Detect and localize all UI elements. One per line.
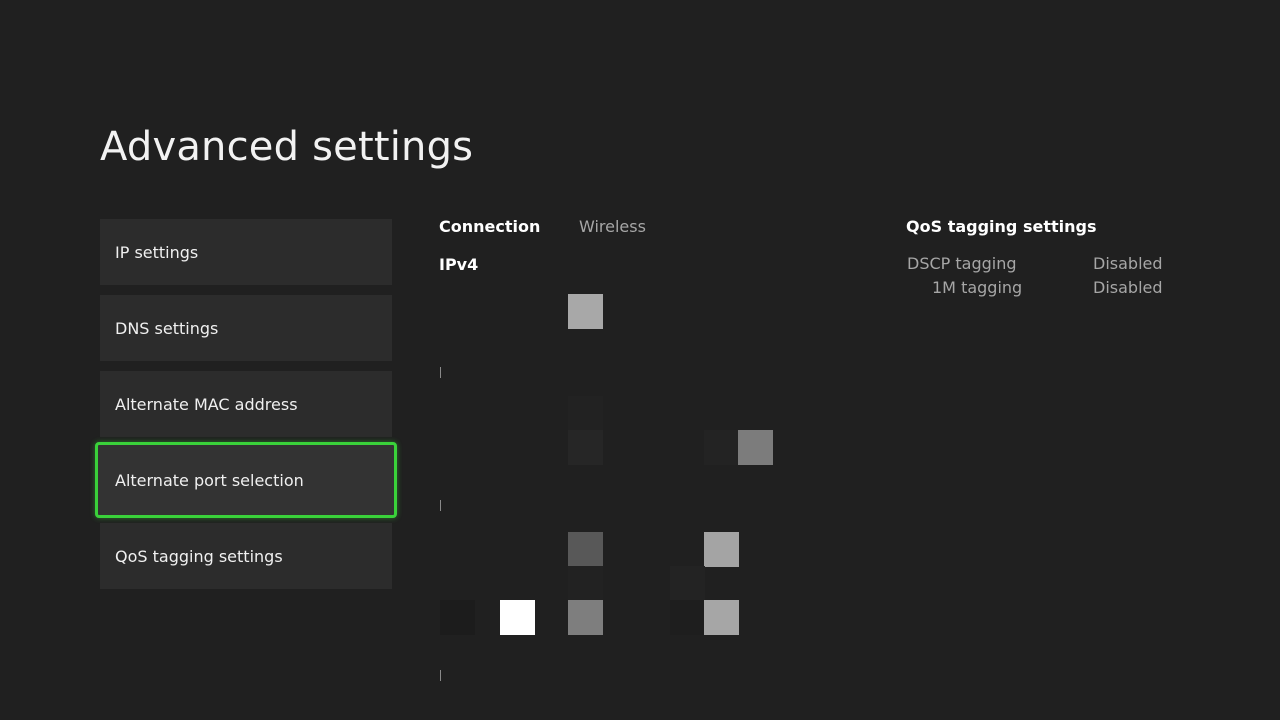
qos-row-value: Disabled [1093, 278, 1163, 297]
loading-block [670, 600, 705, 635]
advanced-settings-page: Advanced settings IP settings DNS settin… [0, 0, 1280, 720]
loading-block [704, 600, 739, 635]
connection-value: Wireless [579, 217, 646, 236]
qos-row-label: 1M tagging [932, 278, 1023, 297]
menu-item-dns-settings[interactable]: DNS settings [100, 295, 392, 361]
loading-block [440, 600, 475, 635]
qos-heading: QoS tagging settings [906, 217, 1097, 236]
divider-tick [440, 500, 441, 511]
loading-block [568, 396, 603, 431]
page-title: Advanced settings [100, 124, 474, 170]
menu-item-label: DNS settings [115, 318, 219, 338]
menu-item-alternate-port-selection[interactable]: Alternate port selection [95, 442, 397, 518]
qos-row-label: DSCP tagging [907, 254, 1017, 273]
menu-item-label: IP settings [115, 242, 199, 262]
divider-tick [440, 367, 441, 378]
loading-block [568, 566, 603, 601]
loading-block [704, 430, 739, 465]
menu-item-alternate-mac-address[interactable]: Alternate MAC address [100, 371, 392, 437]
menu-item-qos-tagging-settings[interactable]: QoS tagging settings [100, 523, 392, 589]
loading-block [568, 532, 603, 567]
divider-tick [440, 670, 441, 681]
connection-label: Connection [439, 217, 541, 236]
qos-row-value: Disabled [1093, 254, 1163, 273]
loading-block [568, 430, 603, 465]
loading-block [500, 600, 535, 635]
menu-item-label: Alternate port selection [115, 470, 304, 490]
menu-item-ip-settings[interactable]: IP settings [100, 219, 392, 285]
loading-block [704, 532, 739, 567]
loading-block [568, 600, 603, 635]
loading-block [738, 430, 773, 465]
loading-block [670, 566, 705, 601]
loading-block [568, 294, 603, 329]
protocol-label: IPv4 [439, 255, 479, 274]
menu-item-label: Alternate MAC address [115, 394, 298, 414]
menu-item-label: QoS tagging settings [115, 546, 283, 566]
